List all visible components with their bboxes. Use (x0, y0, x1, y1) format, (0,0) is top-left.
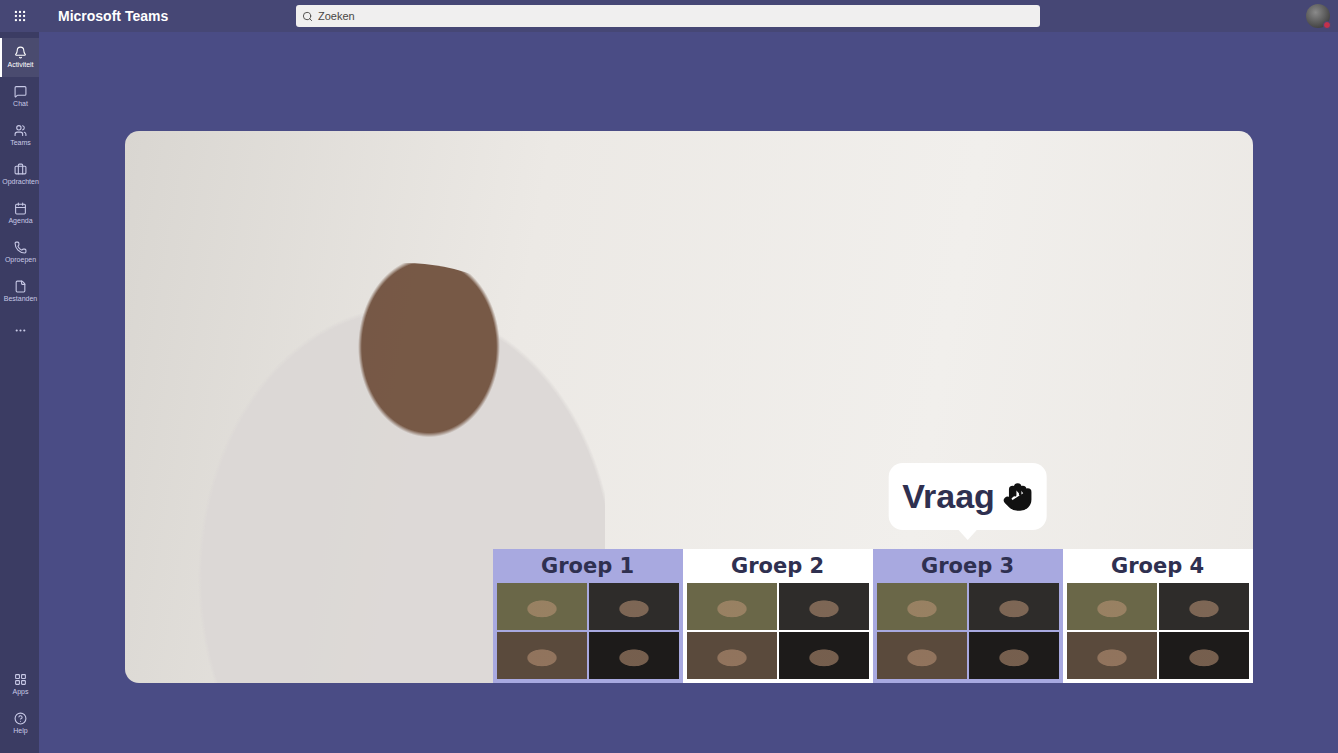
video-tile (877, 583, 967, 630)
video-tile (687, 632, 777, 679)
video-tile (1159, 632, 1249, 679)
video-tile (589, 583, 679, 630)
file-icon (14, 280, 27, 293)
rail-label: Chat (13, 100, 28, 108)
rail-label: Bestanden (4, 295, 37, 303)
rail-label: Activiteit (7, 61, 33, 69)
group-panel[interactable]: Groep 2 (683, 549, 873, 683)
rail-item[interactable]: Chat (0, 77, 39, 116)
waffle-icon[interactable] (13, 9, 27, 23)
search-placeholder: Zoeken (318, 10, 355, 22)
group-title: Groep 3 (873, 549, 1063, 583)
rail-item[interactable]: Oproepen (0, 233, 39, 272)
rail-item[interactable]: Activiteit (0, 38, 39, 77)
phone-icon (14, 241, 27, 254)
presentation-stage: Groep 1Groep 2VraagGroep 3Groep 4 (125, 131, 1253, 683)
rail-label: Apps (13, 688, 29, 696)
group-title: Groep 4 (1063, 549, 1253, 583)
more-icon (14, 324, 27, 337)
search-field[interactable]: Zoeken (296, 5, 1040, 27)
rail-item[interactable]: Agenda (0, 194, 39, 233)
search-icon (302, 11, 313, 22)
question-bubble: Vraag (888, 463, 1047, 530)
video-tile (1067, 583, 1157, 630)
status-dot (1323, 21, 1331, 29)
video-tile (589, 632, 679, 679)
user-avatar[interactable] (1306, 4, 1330, 28)
rail-label: Oproepen (5, 256, 36, 264)
raised-hand-icon (1003, 482, 1033, 512)
video-tile (1159, 583, 1249, 630)
rail-item[interactable]: Bestanden (0, 272, 39, 311)
group-panel[interactable]: Groep 1 (493, 549, 683, 683)
video-tile (877, 632, 967, 679)
rail-more[interactable] (0, 311, 39, 350)
video-tile (497, 583, 587, 630)
group-title: Groep 1 (493, 549, 683, 583)
teams-icon (14, 124, 27, 137)
rail-item[interactable]: Opdrachten (0, 155, 39, 194)
rail-item[interactable]: Teams (0, 116, 39, 155)
rail-label: Teams (10, 139, 31, 147)
video-grid (493, 583, 683, 683)
group-title: Groep 2 (683, 549, 873, 583)
question-label: Vraag (902, 477, 995, 516)
app-launcher[interactable] (0, 9, 39, 23)
video-tile (687, 583, 777, 630)
rail-label: Opdrachten (2, 178, 39, 186)
video-tile (1067, 632, 1157, 679)
bell-icon (14, 46, 27, 59)
app-rail: Activiteit Chat Teams Opdrachten Agenda Oproe… (0, 32, 39, 753)
chat-icon (14, 85, 27, 98)
groups-strip: Groep 1Groep 2VraagGroep 3Groep 4 (493, 549, 1253, 683)
video-tile (497, 632, 587, 679)
app-title: Microsoft Teams (39, 8, 296, 24)
group-panel[interactable]: Groep 4 (1063, 549, 1253, 683)
rail-label: Help (13, 727, 27, 735)
rail-item[interactable]: Apps (0, 665, 39, 704)
video-tile (969, 583, 1059, 630)
meeting-area: Groep 1Groep 2VraagGroep 3Groep 4 (39, 32, 1338, 753)
video-grid (683, 583, 873, 683)
rail-item[interactable]: Help (0, 704, 39, 743)
video-tile (779, 583, 869, 630)
rail-label: Agenda (8, 217, 32, 225)
video-tile (969, 632, 1059, 679)
calendar-icon (14, 202, 27, 215)
video-grid (873, 583, 1063, 683)
briefcase-icon (14, 163, 27, 176)
help-icon (14, 712, 27, 725)
top-bar: Microsoft Teams Zoeken (0, 0, 1338, 32)
apps-icon (14, 673, 27, 686)
group-panel[interactable]: VraagGroep 3 (873, 549, 1063, 683)
video-grid (1063, 583, 1253, 683)
teams-window: Microsoft Teams Zoeken Activiteit Chat Teams… (0, 0, 1338, 753)
video-tile (779, 632, 869, 679)
